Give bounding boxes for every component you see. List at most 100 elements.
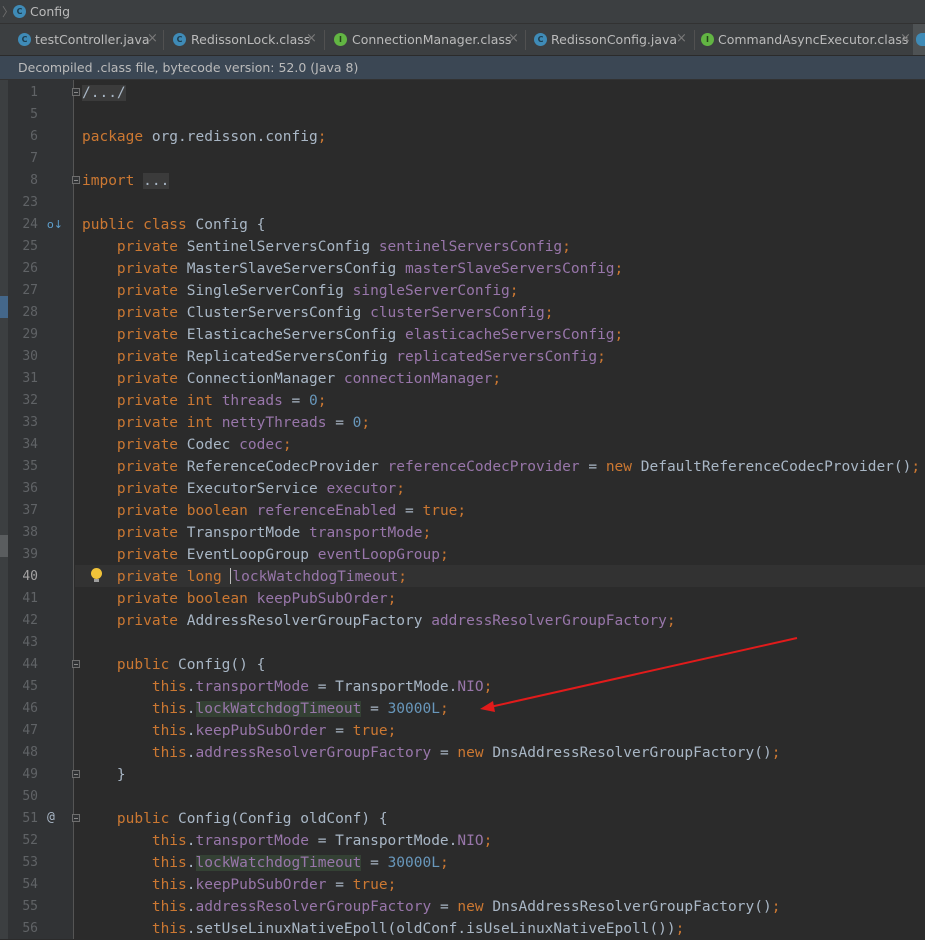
fold-expand-icon[interactable] [72,88,80,96]
code-line[interactable]: } [82,764,126,786]
code-token: ; [483,833,493,849]
code-token: ; [492,371,502,387]
class-file-icon: C [534,33,547,46]
code-line[interactable]: this.addressResolverGroupFactory = new D… [82,896,781,918]
overrides-annotation-icon[interactable]: @ [47,810,55,825]
code-line[interactable]: private ConnectionManager connectionMana… [82,368,501,390]
close-icon[interactable]: × [147,31,158,46]
code-token: = [291,393,309,409]
code-token: ; [282,437,292,453]
code-token: addressResolverGroupFactory [195,745,440,761]
code-token: true [352,877,388,893]
code-token: ; [361,415,371,431]
fold-expand-icon[interactable] [72,176,80,184]
code-line[interactable]: public Config() { [82,654,265,676]
code-line[interactable]: private EventLoopGroup eventLoopGroup; [82,544,449,566]
close-icon[interactable]: × [900,31,911,46]
tab-commandasyncexecutor[interactable]: I CommandAsyncExecutor.class × [695,24,913,55]
code-token: import [82,173,144,189]
code-line[interactable]: this.keepPubSubOrder = true; [82,720,396,742]
code-line[interactable]: private boolean keepPubSubOrder; [82,588,396,610]
code-line[interactable]: this.transportMode = TransportMode.NIO; [82,676,493,698]
close-icon[interactable]: × [676,31,687,46]
code-line[interactable]: private MasterSlaveServersConfig masterS… [82,258,623,280]
code-line[interactable]: this.lockWatchdogTimeout = 30000L; [82,852,449,874]
code-token: public class [82,217,196,233]
code-token: private [116,459,187,475]
tab-testcontroller[interactable]: C testController.java × [0,24,163,55]
code-line[interactable]: this.transportMode = TransportMode.NIO; [82,830,493,852]
code-token: addressResolverGroupFactory [195,899,440,915]
lightbulb-icon[interactable] [91,568,102,582]
close-icon[interactable]: × [306,31,317,46]
line-number: 24 [22,217,38,232]
code-line[interactable]: public Config(Config oldConf) { [82,808,388,830]
fold-collapse-icon[interactable] [72,770,80,778]
code-line[interactable]: private boolean referenceEnabled = true; [82,500,466,522]
code-token: ; [387,723,397,739]
class-icon: C [13,5,26,18]
code-line[interactable]: /.../ [82,82,126,104]
line-number: 36 [22,481,38,496]
line-number: 39 [22,547,38,562]
code-line[interactable]: private SentinelServersConfig sentinelSe… [82,236,571,258]
code-line[interactable]: this.addressResolverGroupFactory = new D… [82,742,781,764]
fold-collapse-icon[interactable] [72,660,80,668]
implemented-by-icon[interactable]: o↓ [47,218,63,231]
tab-connectionmanager[interactable]: I ConnectionManager.class × [325,24,525,55]
code-token: = [588,459,606,475]
tab-config-active[interactable] [913,24,925,55]
code-line[interactable]: private ElasticacheServersConfig elastic… [82,324,623,346]
interface-file-icon: I [334,33,347,46]
line-number: 35 [22,459,38,474]
code-line[interactable]: private ReferenceCodecProvider reference… [82,456,920,478]
code-line[interactable]: private int threads = 0; [82,390,327,412]
line-number: 27 [22,283,38,298]
tab-redissonconfig[interactable]: C RedissonConfig.java × [526,24,694,55]
folded-code-placeholder[interactable]: ... [143,173,170,189]
code-line[interactable]: this.lockWatchdogTimeout = 30000L; [82,698,449,720]
code-line[interactable]: import ... [82,170,170,192]
tab-redissonlock[interactable]: C RedissonLock.class × [164,24,324,55]
code-line[interactable]: this.keepPubSubOrder = true; [82,874,396,896]
code-line[interactable]: private ExecutorService executor; [82,478,405,500]
code-line[interactable]: private ReplicatedServersConfig replicat… [82,346,606,368]
line-number: 37 [22,503,38,518]
line-number: 48 [22,745,38,760]
folded-code-placeholder[interactable]: /.../ [82,85,126,101]
code-line[interactable]: private TransportMode transportMode; [82,522,431,544]
breadcrumb-label[interactable]: Config [30,4,70,19]
code-line[interactable]: private int nettyThreads = 0; [82,412,370,434]
code-line[interactable]: private Codec codec; [82,434,292,456]
code-token: private [116,613,187,629]
line-number: 42 [22,613,38,628]
code-token: executor [326,481,397,497]
code-line[interactable]: public class Config { [82,214,265,236]
code-token: transportMode [195,679,318,695]
fold-collapse-icon[interactable] [72,814,80,822]
line-number: 6 [30,129,38,144]
tab-label: testController.java [35,32,150,47]
line-number: 54 [22,877,38,892]
code-line[interactable]: private AddressResolverGroupFactory addr… [82,610,676,632]
code-line[interactable]: private long lockWatchdogTimeout; [82,566,407,588]
code-token: this [151,833,187,849]
code-line[interactable]: this.setUseLinuxNativeEpoll(oldConf.isUs… [82,918,685,940]
line-number: 41 [22,591,38,606]
code-token: ; [387,591,397,607]
code-line[interactable]: private ClusterServersConfig clusterServ… [82,302,554,324]
code-token: elasticacheServersConfig [405,327,615,343]
code-token: ExecutorService [186,481,327,497]
code-token: replicatedServersConfig [396,349,598,365]
code-line[interactable]: private SingleServerConfig singleServerC… [82,280,519,302]
close-icon[interactable]: × [508,31,519,46]
code-line[interactable]: package org.redisson.config; [82,126,326,148]
code-token: package [82,129,152,145]
